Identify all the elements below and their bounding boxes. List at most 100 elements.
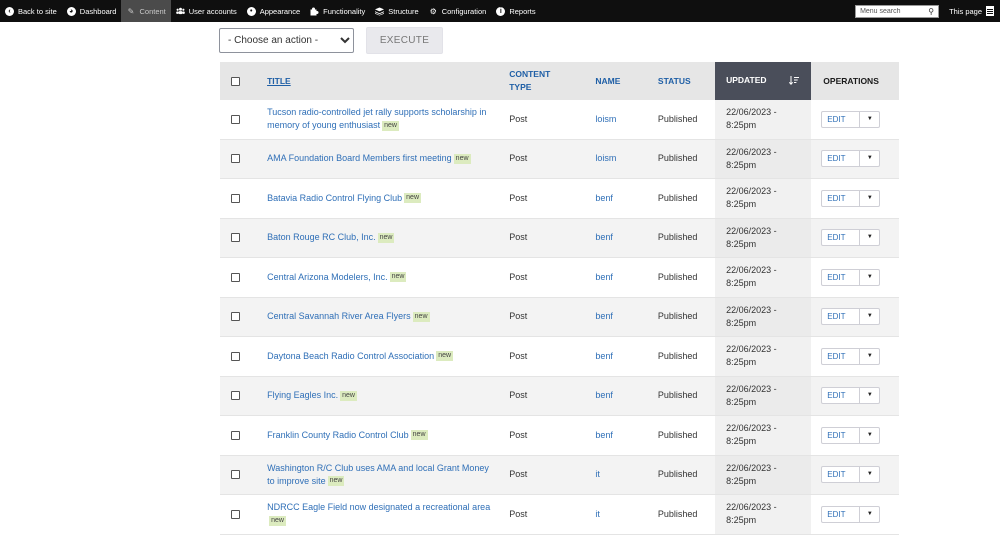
name-column-header[interactable]: NAME bbox=[580, 62, 651, 100]
document-icon bbox=[986, 6, 994, 16]
row-checkbox[interactable] bbox=[231, 430, 240, 440]
user-accounts-link[interactable]: User accounts bbox=[171, 0, 242, 22]
content-link[interactable]: ✎ Content bbox=[121, 0, 171, 22]
back-to-site-link[interactable]: ‹ Back to site bbox=[0, 0, 62, 22]
author-link[interactable]: benf bbox=[595, 351, 613, 361]
row-operations-cell: EDIT ▼ bbox=[811, 494, 899, 535]
dropdown-toggle[interactable]: ▼ bbox=[860, 388, 879, 403]
row-checkbox[interactable] bbox=[231, 154, 240, 164]
row-checkbox[interactable] bbox=[231, 312, 240, 322]
dropdown-toggle[interactable]: ▼ bbox=[860, 428, 879, 443]
operations-dropbutton: EDIT ▼ bbox=[821, 347, 881, 365]
edit-button[interactable]: EDIT bbox=[822, 427, 861, 443]
row-checkbox[interactable] bbox=[231, 391, 240, 401]
edit-button[interactable]: EDIT bbox=[822, 111, 861, 127]
author-link[interactable]: benf bbox=[595, 272, 613, 282]
row-author-cell: loism bbox=[580, 139, 651, 179]
row-checkbox[interactable] bbox=[231, 233, 240, 243]
status-column-header[interactable]: STATUS bbox=[650, 62, 716, 100]
dropdown-toggle[interactable]: ▼ bbox=[860, 270, 879, 285]
users-icon bbox=[175, 7, 185, 16]
select-all-checkbox[interactable] bbox=[231, 76, 240, 86]
content-type-column-header[interactable]: CONTENT TYPE bbox=[501, 62, 581, 100]
author-link[interactable]: benf bbox=[595, 232, 613, 242]
edit-button[interactable]: EDIT bbox=[822, 230, 861, 246]
author-link[interactable]: benf bbox=[595, 311, 613, 321]
title-header-label: TITLE bbox=[267, 76, 291, 86]
dropdown-toggle[interactable]: ▼ bbox=[860, 151, 879, 166]
functionality-link[interactable]: Functionality bbox=[305, 0, 370, 22]
configuration-link[interactable]: ⚙ Configuration bbox=[424, 0, 492, 22]
content-title-link[interactable]: Baton Rouge RC Club, Inc. bbox=[267, 232, 376, 242]
back-arrow-icon: ‹ bbox=[5, 6, 14, 16]
row-title-cell: Flying Eagles Inc. new bbox=[252, 376, 502, 416]
reports-link[interactable]: i Reports bbox=[491, 0, 540, 22]
table-row: AMA Foundation Board Members first meeti… bbox=[220, 139, 899, 179]
row-content-type: Post bbox=[501, 336, 581, 377]
dropdown-toggle[interactable]: ▼ bbox=[860, 112, 879, 127]
author-link[interactable]: benf bbox=[595, 430, 613, 440]
menu-search-box[interactable]: ⚲ bbox=[855, 4, 940, 18]
appearance-link[interactable]: • Appearance bbox=[242, 0, 305, 22]
row-content-type: Post bbox=[501, 455, 581, 495]
edit-button[interactable]: EDIT bbox=[822, 348, 861, 364]
content-title-link[interactable]: NDRCC Eagle Field now designated a recre… bbox=[267, 502, 490, 512]
row-checkbox[interactable] bbox=[231, 351, 240, 361]
structure-link[interactable]: Structure bbox=[370, 0, 423, 22]
row-checkbox[interactable] bbox=[231, 114, 240, 124]
row-checkbox[interactable] bbox=[231, 272, 240, 282]
content-title-link[interactable]: Daytona Beach Radio Control Association bbox=[267, 351, 434, 361]
content-title-link[interactable]: Tucson radio-controlled jet rally suppor… bbox=[267, 107, 486, 130]
author-link[interactable]: loism bbox=[595, 153, 616, 163]
row-checkbox[interactable] bbox=[231, 193, 240, 203]
row-title-cell: Daytona Beach Radio Control Association n… bbox=[252, 336, 502, 377]
row-updated-date: 22/06/2023 - bbox=[726, 146, 777, 157]
row-content-type: Post bbox=[501, 100, 581, 140]
content-title-link[interactable]: Flying Eagles Inc. bbox=[267, 390, 338, 400]
content-title-link[interactable]: Franklin County Radio Control Club bbox=[267, 430, 409, 440]
row-updated-date: 22/06/2023 - bbox=[726, 344, 777, 355]
select-all-cell bbox=[220, 62, 253, 100]
title-column-header[interactable]: TITLE bbox=[252, 62, 502, 100]
author-link[interactable]: benf bbox=[595, 390, 613, 400]
dropdown-toggle[interactable]: ▼ bbox=[860, 467, 879, 482]
content-title-link[interactable]: Batavia Radio Control Flying Club bbox=[267, 193, 402, 203]
row-title-cell: NDRCC Eagle Field now designated a recre… bbox=[252, 494, 502, 535]
author-link[interactable]: loism bbox=[595, 114, 616, 124]
content-title-link[interactable]: Washington R/C Club uses AMA and local G… bbox=[267, 463, 489, 486]
author-link[interactable]: benf bbox=[595, 193, 613, 203]
edit-button[interactable]: EDIT bbox=[822, 190, 861, 206]
dropdown-toggle[interactable]: ▼ bbox=[860, 230, 879, 245]
caret-down-icon: ▼ bbox=[866, 273, 873, 280]
dropdown-toggle[interactable]: ▼ bbox=[860, 191, 879, 206]
row-checkbox[interactable] bbox=[231, 470, 240, 480]
execute-button[interactable]: EXECUTE bbox=[366, 27, 443, 54]
row-author-cell: it bbox=[580, 455, 651, 495]
dashboard-link[interactable]: ◕ Dashboard bbox=[62, 0, 122, 22]
dropdown-toggle[interactable]: ▼ bbox=[860, 507, 879, 522]
edit-button[interactable]: EDIT bbox=[822, 388, 861, 404]
edit-button[interactable]: EDIT bbox=[822, 151, 861, 167]
author-link[interactable]: it bbox=[595, 509, 600, 519]
layers-icon bbox=[375, 6, 385, 16]
this-page-link[interactable]: This page bbox=[943, 6, 1000, 16]
menu-search-input[interactable] bbox=[860, 7, 921, 15]
row-status: Published bbox=[650, 139, 716, 179]
dropdown-toggle[interactable]: ▼ bbox=[860, 349, 879, 364]
row-updated-date: 22/06/2023 - bbox=[726, 502, 777, 513]
search-icon[interactable]: ⚲ bbox=[928, 7, 934, 16]
palette-icon: • bbox=[246, 6, 256, 16]
updated-column-header[interactable]: UPDATED bbox=[715, 62, 812, 100]
edit-button[interactable]: EDIT bbox=[822, 467, 861, 483]
edit-button[interactable]: EDIT bbox=[822, 506, 861, 522]
content-title-link[interactable]: Central Arizona Modelers, Inc. bbox=[267, 272, 388, 282]
edit-button[interactable]: EDIT bbox=[822, 309, 861, 325]
row-checkbox[interactable] bbox=[231, 509, 240, 519]
dropdown-toggle[interactable]: ▼ bbox=[860, 309, 879, 324]
content-title-link[interactable]: Central Savannah River Area Flyers bbox=[267, 311, 411, 321]
bulk-action-select[interactable]: - Choose an action - bbox=[219, 28, 354, 53]
content-title-link[interactable]: AMA Foundation Board Members first meeti… bbox=[267, 153, 452, 163]
author-link[interactable]: it bbox=[595, 469, 600, 479]
edit-button[interactable]: EDIT bbox=[822, 269, 861, 285]
row-updated-time: 8:25pm bbox=[726, 357, 757, 368]
